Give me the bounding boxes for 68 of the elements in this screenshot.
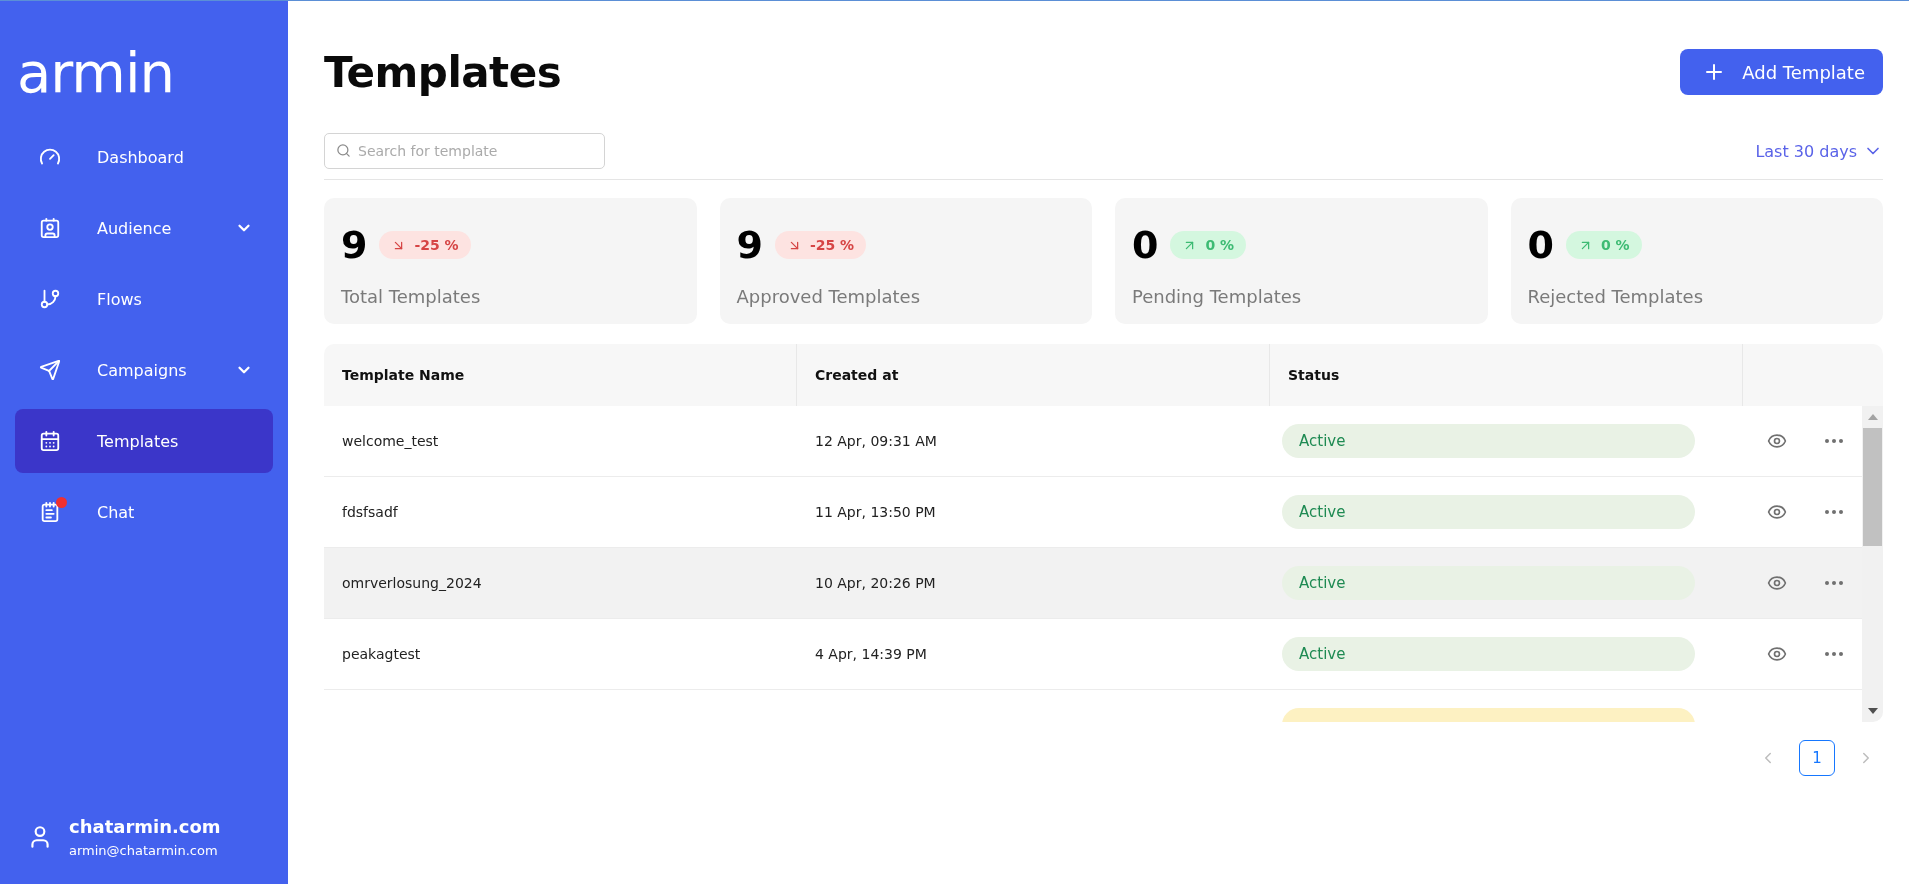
stat-label: Approved Templates	[736, 286, 922, 307]
view-button[interactable]	[1767, 431, 1787, 451]
stat-label: Pending Templates	[1132, 286, 1303, 307]
page-title: Templates	[324, 47, 562, 97]
stat-value: 0	[1527, 226, 1554, 264]
status-pill: Active	[1282, 495, 1695, 529]
eye-icon	[1767, 644, 1787, 664]
sidebar-item-label: Campaigns	[97, 360, 188, 380]
page-button[interactable]: 1	[1799, 740, 1835, 776]
sidebar-item-label: Chat	[97, 502, 136, 522]
sidebar-item[interactable]: Campaigns	[15, 338, 273, 402]
status-pill: Active	[1282, 566, 1695, 600]
sidebar-item[interactable]: Dashboard	[15, 125, 273, 189]
status-pill: Active	[1282, 637, 1695, 671]
created-date: 11 Apr, 13:50 PM	[815, 504, 936, 520]
created-date: 10 Apr, 20:26 PM	[815, 575, 936, 591]
view-button[interactable]	[1767, 573, 1787, 593]
brand-logo: armin	[16, 45, 175, 101]
account-name: chatarmin.com	[69, 816, 221, 837]
created-date: 12 Apr, 09:31 AM	[815, 433, 937, 449]
more-button[interactable]	[1825, 510, 1843, 514]
add-template-button[interactable]: Add Template	[1680, 49, 1883, 95]
template-name: welcome_test	[342, 433, 439, 449]
send-icon	[39, 359, 61, 381]
change-badge: 0 %	[1170, 231, 1247, 259]
sidebar-item[interactable]: Flows	[15, 267, 273, 331]
more-icon	[1825, 652, 1843, 656]
sidebar-item-label: Audience	[97, 218, 173, 238]
eye-icon	[1767, 502, 1787, 522]
sidebar-item-label: Templates	[97, 431, 180, 451]
eye-icon	[1767, 573, 1787, 593]
account-email: armin@chatarmin.com	[69, 843, 219, 858]
template-name: omrverlosung_2024	[342, 575, 482, 591]
change-badge: 0 %	[1565, 231, 1642, 259]
template-name: fdsfsadf	[342, 504, 398, 520]
stat-value: 9	[341, 226, 368, 264]
calendar-icon	[39, 430, 61, 452]
eye-icon	[1767, 431, 1787, 451]
more-button[interactable]	[1825, 581, 1843, 585]
scrollbar[interactable]	[1862, 406, 1883, 722]
stat-label: Rejected Templates	[1527, 286, 1705, 307]
view-button[interactable]	[1767, 502, 1787, 522]
table-row[interactable]: omrverlosung_2024 10 Apr, 20:26 PM Active	[324, 548, 1862, 619]
sidebar-item[interactable]: Audience	[15, 196, 273, 260]
search-field[interactable]: Search for template	[324, 133, 605, 169]
branch-icon	[39, 288, 61, 310]
created-date: 4 Apr, 14:39 PM	[815, 646, 927, 662]
search-icon	[336, 143, 351, 158]
more-button[interactable]	[1825, 439, 1843, 443]
sidebar-item-label: Flows	[97, 289, 143, 309]
stat-value: 9	[736, 226, 763, 264]
more-icon	[1825, 439, 1843, 443]
sidebar-item[interactable]: Chat	[15, 480, 273, 544]
change-badge: -25 %	[774, 231, 867, 259]
more-button[interactable]	[1825, 652, 1843, 656]
more-icon	[1825, 510, 1843, 514]
template-name: peakagtest	[342, 646, 421, 662]
sidebar-item-label: Dashboard	[97, 147, 185, 167]
more-icon	[1825, 581, 1843, 585]
sidebar-item[interactable]: Templates	[15, 409, 273, 473]
stat-value: 0	[1132, 226, 1159, 264]
stat-label: Total Templates	[341, 286, 482, 307]
note-icon	[39, 501, 61, 523]
contact-card-icon	[39, 217, 61, 239]
period-dropdown[interactable]: Last 30 days	[1755, 141, 1883, 161]
change-badge: -25 %	[379, 231, 471, 259]
view-button[interactable]	[1767, 644, 1787, 664]
status-pill: Active	[1282, 424, 1695, 458]
